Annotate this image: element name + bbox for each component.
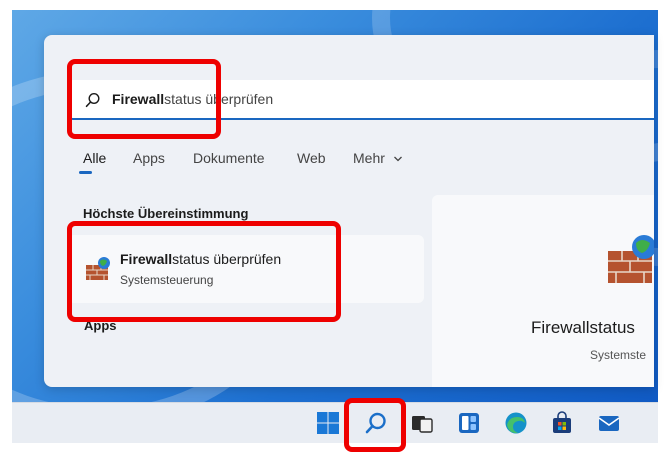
- taskbar: [12, 402, 658, 443]
- mail-icon[interactable]: [597, 411, 621, 435]
- edge-icon[interactable]: [504, 411, 528, 435]
- tab-mehr-label: Mehr: [353, 150, 385, 166]
- chevron-down-icon: [393, 156, 402, 162]
- store-icon[interactable]: [550, 411, 574, 435]
- firewall-icon: [608, 235, 654, 283]
- preview-pane: Firewallstatus Systemste: [432, 195, 654, 387]
- highlight-search-box: [67, 59, 221, 139]
- tab-alle[interactable]: Alle: [83, 150, 106, 166]
- task-view-icon[interactable]: [410, 411, 434, 435]
- preview-subtitle: Systemste: [590, 348, 647, 362]
- preview-title: Firewallstatus: [531, 318, 635, 337]
- best-match-heading: Höchste Übereinstimmung: [83, 206, 249, 221]
- tab-apps[interactable]: Apps: [133, 150, 165, 166]
- tab-active-indicator: [79, 171, 92, 174]
- windows-start-icon[interactable]: [316, 411, 340, 435]
- tab-mehr[interactable]: Mehr: [353, 150, 403, 166]
- highlight-best-match: [67, 221, 341, 322]
- tab-dokumente[interactable]: Dokumente: [193, 150, 265, 166]
- widgets-icon[interactable]: [457, 411, 481, 435]
- highlight-search-button: [344, 398, 406, 452]
- tab-web[interactable]: Web: [297, 150, 326, 166]
